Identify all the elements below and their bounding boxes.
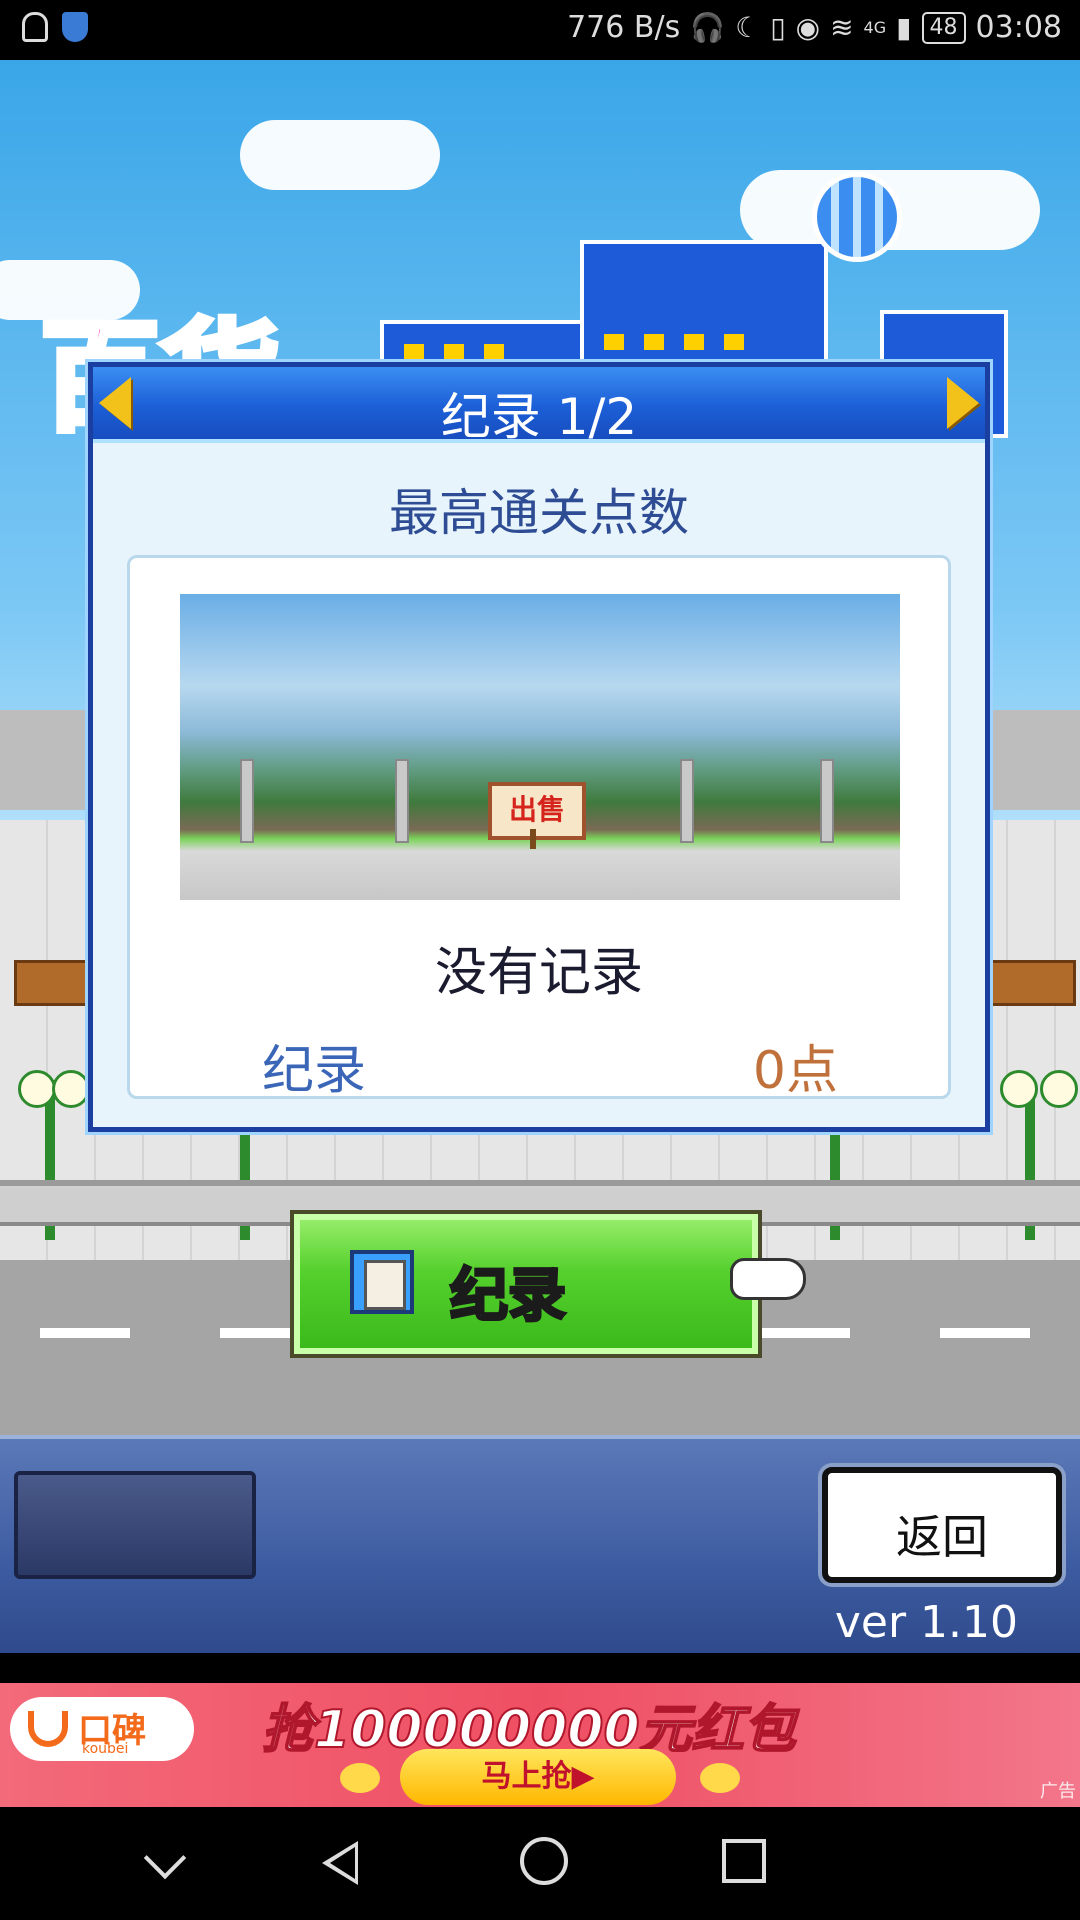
notification-bell-icon xyxy=(22,12,48,42)
wifi-icon: ≋ xyxy=(830,11,854,44)
ad-tag: 广告 xyxy=(1040,1781,1076,1802)
fence-post xyxy=(680,759,694,843)
lane-marking xyxy=(940,1328,1030,1338)
version-label: ver 1.10 xyxy=(834,1597,1018,1648)
dialog-header: 纪录 1/2 xyxy=(93,367,985,446)
no-record-text: 没有记录 xyxy=(434,943,643,1003)
bottom-panel: 返回 ver 1.10 xyxy=(0,1435,1080,1653)
back-button[interactable]: 返回 xyxy=(822,1467,1062,1583)
coin-decoration xyxy=(340,1763,380,1793)
record-book-icon xyxy=(350,1250,414,1314)
status-left xyxy=(22,12,88,42)
network-type: 4G xyxy=(863,18,887,37)
sign-stick xyxy=(530,829,536,849)
ad-brand-sub: koubei xyxy=(82,1741,129,1757)
record-button-label: 纪录 xyxy=(448,1260,567,1331)
divider xyxy=(0,1653,1080,1683)
dialog-body: 最高通关点数 出售 没有记录 纪录 0点 xyxy=(93,443,985,1127)
record-button[interactable]: 纪录 xyxy=(290,1210,762,1358)
ad-banner[interactable]: 口碑 koubei 抢100000000元红包 马上抢▶ 广告 xyxy=(0,1683,1080,1807)
record-value: 0点 xyxy=(752,1041,838,1101)
next-page-arrow-icon[interactable] xyxy=(947,377,979,429)
tower-ball xyxy=(812,172,902,262)
ad-brand-logo: 口碑 koubei xyxy=(10,1697,194,1761)
for-sale-sign: 出售 xyxy=(488,782,586,840)
moon-icon: ☾ xyxy=(735,11,761,44)
record-label: 纪录 xyxy=(262,1041,367,1101)
coin-decoration xyxy=(700,1763,740,1793)
empty-slot xyxy=(14,1471,256,1579)
lamp-globe xyxy=(1000,1070,1038,1108)
eye-icon: ◉ xyxy=(795,11,821,44)
lamp-globe xyxy=(1040,1070,1078,1108)
pointing-hand-icon xyxy=(730,1258,806,1300)
signal-icon: ▮ xyxy=(896,11,912,44)
nav-bar xyxy=(0,1807,1080,1920)
fence-post xyxy=(240,759,254,843)
lane-marking xyxy=(760,1328,850,1338)
fence-post xyxy=(820,759,834,843)
record-panel: 出售 没有记录 纪录 0点 xyxy=(127,555,951,1101)
ad-cta-button[interactable]: 马上抢▶ xyxy=(400,1749,676,1805)
lane-marking xyxy=(40,1328,130,1338)
status-right: 776 B/s 🎧 ☾ ▯ ◉ ≋ 4G ▮ 48 03:08 xyxy=(567,10,1062,45)
clock: 03:08 xyxy=(975,10,1062,45)
koubei-logo-icon xyxy=(28,1711,68,1747)
back-triangle-icon[interactable] xyxy=(322,1841,358,1885)
back-button-label: 返回 xyxy=(896,1510,988,1564)
dialog-title: 纪录 1/2 xyxy=(440,388,638,446)
shield-app-icon xyxy=(62,12,88,42)
recents-square-icon[interactable] xyxy=(722,1839,766,1883)
headset-icon: 🎧 xyxy=(690,11,726,44)
cloud xyxy=(240,120,440,190)
lamp-globe xyxy=(18,1070,56,1108)
chevron-down-icon[interactable] xyxy=(143,1836,187,1880)
fence-post xyxy=(395,759,409,843)
bench xyxy=(990,960,1076,1006)
record-scene-image: 出售 xyxy=(180,594,900,900)
record-dialog: 纪录 1/2 最高通关点数 出售 没有记录 纪录 0点 xyxy=(88,362,990,1132)
lamp-globe xyxy=(52,1070,90,1108)
record-category: 最高通关点数 xyxy=(389,484,689,542)
vibrate-icon: ▯ xyxy=(770,11,786,44)
net-speed: 776 B/s xyxy=(567,10,681,45)
status-bar: 776 B/s 🎧 ☾ ▯ ◉ ≋ 4G ▮ 48 03:08 xyxy=(0,0,1080,60)
battery-icon: 48 xyxy=(921,11,966,44)
home-circle-icon[interactable] xyxy=(520,1837,568,1885)
